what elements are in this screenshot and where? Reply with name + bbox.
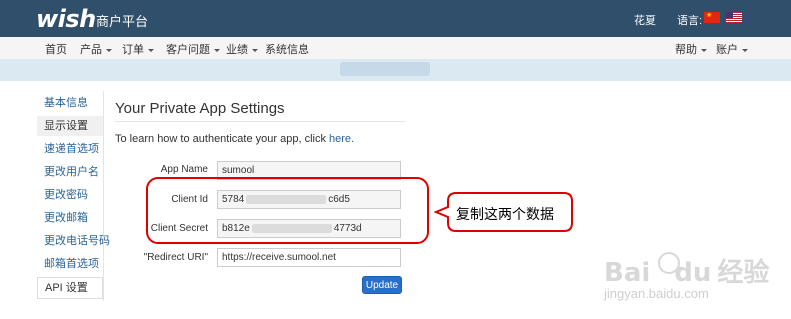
auth-hint: To learn how to authenticate your app, c…	[115, 133, 355, 145]
top-header: wish 商户平台 花夏 语言: ★	[0, 0, 791, 37]
redirect-uri-field[interactable]: https://receive.sumool.net	[217, 248, 401, 267]
nav-system-info[interactable]: 系统信息	[265, 41, 309, 57]
language-label: 语言:	[677, 15, 703, 27]
sidebar-item-change-phone[interactable]: 更改电话号码	[37, 231, 110, 251]
wish-logo[interactable]: wish	[36, 5, 96, 33]
sidebar-item-change-email[interactable]: 更改邮箱	[37, 208, 103, 228]
redirect-uri-label: "Redirect URI"	[143, 252, 208, 263]
nav-orders[interactable]: 订单	[122, 41, 154, 57]
notice-banner	[0, 59, 791, 81]
annotation-callout-text: 复制这两个数据	[456, 206, 554, 222]
annotation-highlight-box	[146, 177, 429, 244]
nav-help[interactable]: 帮助	[675, 41, 707, 57]
caret-down-icon	[214, 48, 220, 52]
sidebar-item-email-preferences[interactable]: 邮箱首选项	[37, 254, 103, 274]
platform-title: 商户平台	[96, 14, 149, 29]
blurred-banner-text	[340, 62, 430, 76]
sidebar-item-shipping-preferences[interactable]: 速递首选项	[37, 139, 103, 159]
nav-products[interactable]: 产品	[80, 41, 112, 57]
sidebar-item-api-settings[interactable]: API 设置	[37, 277, 103, 299]
nav-home[interactable]: 首页	[45, 41, 67, 57]
main-nav: 首页 产品 订单 客户问题 业绩 系统信息 帮助 账户	[0, 37, 791, 60]
update-button[interactable]: Update	[362, 276, 402, 294]
settings-sidebar: 基本信息 显示设置 速递首选项 更改用户名 更改密码 更改邮箱 更改电话号码 邮…	[37, 91, 110, 301]
title-divider	[115, 121, 405, 122]
sidebar-item-display-settings[interactable]: 显示设置	[37, 116, 103, 136]
baidu-watermark: Bai du 经验	[604, 258, 770, 288]
watermark-url: jingyan.baidu.com	[604, 286, 709, 301]
sidebar-item-change-password[interactable]: 更改密码	[37, 185, 103, 205]
nav-customer-issues[interactable]: 客户问题	[166, 41, 220, 57]
sidebar-item-basic-info[interactable]: 基本信息	[37, 93, 103, 113]
nav-performance[interactable]: 业绩	[226, 41, 258, 57]
caret-down-icon	[742, 48, 748, 52]
user-name[interactable]: 花夏	[634, 12, 656, 28]
sidebar-item-change-username[interactable]: 更改用户名	[37, 162, 103, 182]
baidu-paw-icon	[658, 252, 680, 274]
caret-down-icon	[701, 48, 707, 52]
auth-help-link[interactable]: here.	[329, 133, 354, 145]
us-flag-icon[interactable]	[726, 12, 742, 23]
caret-down-icon	[106, 48, 112, 52]
page-title: Your Private App Settings	[115, 100, 285, 117]
china-flag-icon[interactable]: ★	[704, 12, 720, 23]
nav-account[interactable]: 账户	[716, 41, 748, 57]
caret-down-icon	[252, 48, 258, 52]
caret-down-icon	[148, 48, 154, 52]
app-name-label: App Name	[160, 164, 208, 175]
